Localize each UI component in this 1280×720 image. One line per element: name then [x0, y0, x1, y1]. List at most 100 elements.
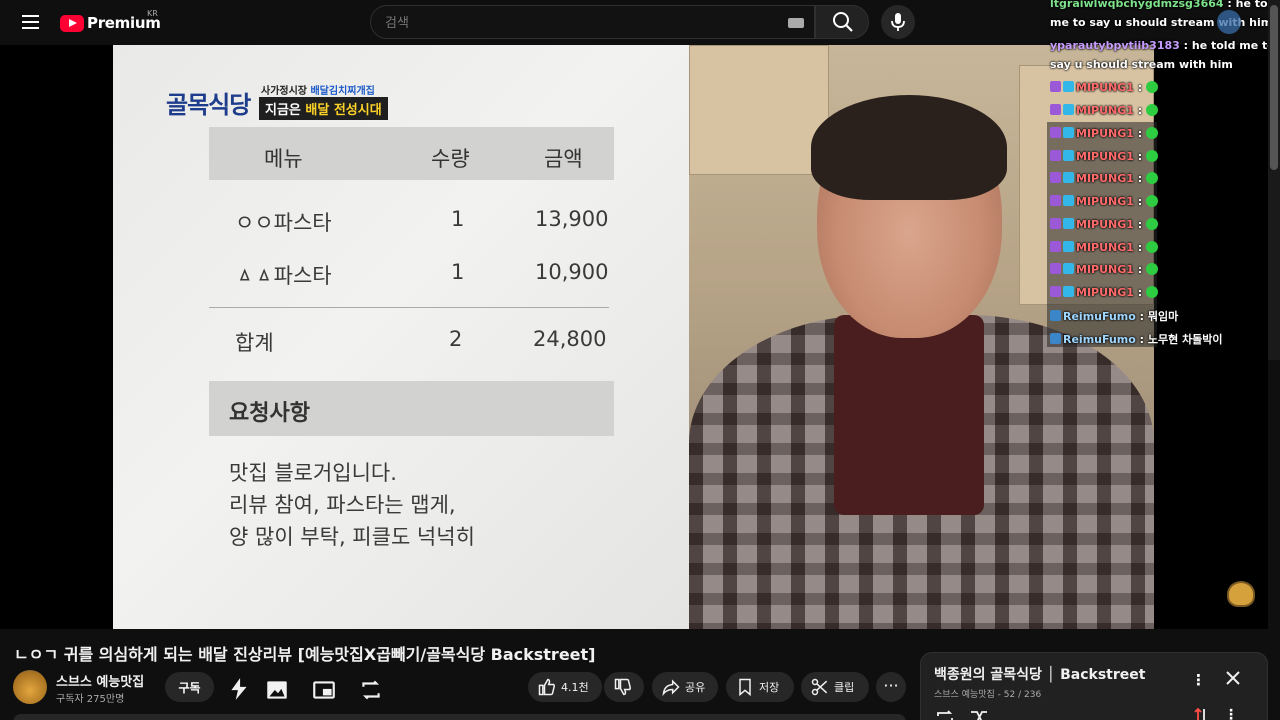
green-emote-icon	[1145, 218, 1158, 230]
like-button[interactable]: 4.1천	[528, 672, 602, 702]
member-badge-icon	[1063, 81, 1074, 92]
show-tagline: 지금은 배달 전성시대	[259, 97, 388, 120]
chat-separator: :	[1133, 104, 1146, 117]
voice-search-button[interactable]	[881, 5, 915, 39]
channel-avatar[interactable]	[13, 670, 47, 704]
show-subtitle-location: 사가정시장	[261, 86, 311, 97]
header-quantity: 수량	[431, 147, 470, 171]
miniplayer-icon[interactable]	[311, 677, 337, 703]
chat-message: MIPUNG1 :	[1050, 150, 1158, 163]
chat-message: ReimuFumo : 노무현 차돌박이	[1050, 331, 1223, 347]
description-box[interactable]	[13, 714, 906, 720]
share-icon	[662, 679, 680, 697]
moderator-badge-icon	[1050, 195, 1061, 206]
chat-username: MIPUNG1	[1076, 104, 1134, 117]
request-title: 요청사항	[229, 401, 310, 426]
chat-message: ltgraiwlwqbchygdmzsg3664 : he told	[1050, 0, 1279, 10]
chat-message: yparautybpvtiib3183 : he told me to	[1050, 39, 1275, 52]
chat-username: MIPUNG1	[1076, 263, 1134, 276]
channel-name[interactable]: 스브스 예능맛집	[56, 671, 144, 690]
total-label: 합계	[235, 331, 274, 355]
hamburger-menu-icon[interactable]	[14, 8, 46, 36]
chat-username: MIPUNG1	[1076, 150, 1134, 163]
chat-username: ReimuFumo	[1063, 310, 1136, 323]
search-input[interactable]	[385, 14, 765, 32]
moderator-badge-icon	[1050, 81, 1061, 92]
share-button[interactable]: 공유	[652, 672, 718, 702]
sort-icon[interactable]	[1194, 707, 1208, 720]
green-emote-icon	[1145, 172, 1158, 184]
chat-separator: :	[1133, 172, 1146, 185]
subscribe-button[interactable]: 구독	[165, 672, 214, 702]
show-logo-text: 골목식당	[166, 91, 251, 119]
playlist-title[interactable]: 백종원의 골목식당 │ Backstreet	[934, 664, 1145, 684]
loop-icon[interactable]	[358, 677, 384, 703]
member-badge-icon	[1063, 104, 1074, 115]
more-actions-button[interactable]: ···	[876, 672, 906, 702]
green-emote-icon	[1145, 263, 1158, 275]
member-badge-icon	[1050, 310, 1061, 321]
tagline-part-2: 배달 전성시대	[305, 103, 382, 118]
member-badge-icon	[1063, 150, 1074, 161]
receipt-graphic: 골목식당 사가정시장 배달김치찌개집 지금은 배달 전성시대 메뉴 수량 금액 …	[113, 45, 689, 629]
chat-separator: :	[1133, 286, 1146, 299]
account-avatar[interactable]	[1217, 10, 1241, 34]
thumbs-down-icon	[614, 678, 631, 696]
region-code: KR	[147, 9, 158, 18]
image-icon[interactable]	[264, 677, 290, 703]
green-emote-icon	[1145, 104, 1158, 116]
save-label: 저장	[759, 681, 780, 694]
loop-icon[interactable]	[935, 709, 955, 720]
chat-message: MIPUNG1 :	[1050, 286, 1158, 299]
shuffle-icon[interactable]	[969, 709, 989, 720]
chat-separator: :	[1133, 241, 1146, 254]
scrollbar-thumb[interactable]	[1270, 5, 1278, 170]
playlist-menu-icon[interactable]: ⋮	[1191, 671, 1206, 689]
lightning-icon[interactable]	[226, 676, 252, 702]
header-menu: 메뉴	[264, 147, 303, 171]
youtube-premium-logo[interactable]: Premium	[60, 12, 161, 34]
green-emote-icon	[1145, 195, 1158, 207]
playlist-panel: 백종원의 골목식당 │ Backstreet 스브스 예능맛집 - 52 / 2…	[920, 652, 1268, 720]
search-icon	[833, 12, 853, 32]
close-icon[interactable]	[1224, 669, 1242, 687]
dislike-button[interactable]	[604, 672, 644, 702]
chat-message: MIPUNG1 :	[1050, 81, 1158, 94]
row-1-menu: ㅇㅇ파스타	[235, 211, 332, 235]
receipt-table-header: 메뉴 수량 금액	[209, 127, 614, 180]
microphone-icon	[891, 13, 905, 31]
search-button[interactable]	[815, 5, 869, 39]
chat-separator: :	[1135, 333, 1148, 346]
clip-label: 클립	[834, 681, 855, 694]
show-subtitle-shop: 배달김치찌개집	[310, 86, 375, 97]
green-emote-icon	[1145, 81, 1158, 93]
chat-username: ltgraiwlwqbchygdmzsg3664	[1050, 0, 1224, 10]
green-emote-icon	[1145, 241, 1158, 253]
request-line: 양 많이 부탁, 피클도 넉넉히	[229, 525, 475, 549]
moderator-badge-icon	[1050, 218, 1061, 229]
playlist-more-icon[interactable]: ⋮	[1224, 707, 1238, 720]
chat-username: MIPUNG1	[1076, 195, 1134, 208]
chat-message: MIPUNG1 :	[1050, 241, 1158, 254]
moderator-badge-icon	[1050, 241, 1061, 252]
member-badge-icon	[1063, 195, 1074, 206]
share-label: 공유	[685, 681, 706, 694]
request-line: 맛집 블로거입니다.	[229, 461, 397, 485]
moderator-badge-icon	[1050, 150, 1061, 161]
row-2-qty: 1	[451, 260, 465, 284]
table-divider	[209, 307, 609, 308]
moderator-badge-icon	[1050, 172, 1061, 183]
chat-text: 뭐임마	[1147, 310, 1179, 323]
chat-separator: :	[1179, 39, 1192, 52]
chat-message: MIPUNG1 :	[1050, 218, 1158, 231]
save-button[interactable]: 저장	[726, 672, 794, 702]
keyboard-icon[interactable]	[788, 18, 804, 28]
subscriber-count: 구독자 275만명	[56, 694, 125, 705]
chat-text: 노무현 차돌박이	[1147, 333, 1223, 346]
green-emote-icon	[1145, 150, 1158, 162]
playlist-meta: 스브스 예능맛집 - 52 / 236	[934, 690, 1042, 700]
chat-message: MIPUNG1 :	[1050, 195, 1158, 208]
request-line: 리뷰 참여, 파스타는 맵게,	[229, 493, 456, 517]
member-badge-icon	[1063, 127, 1074, 138]
clip-button[interactable]: 클립	[801, 672, 869, 702]
